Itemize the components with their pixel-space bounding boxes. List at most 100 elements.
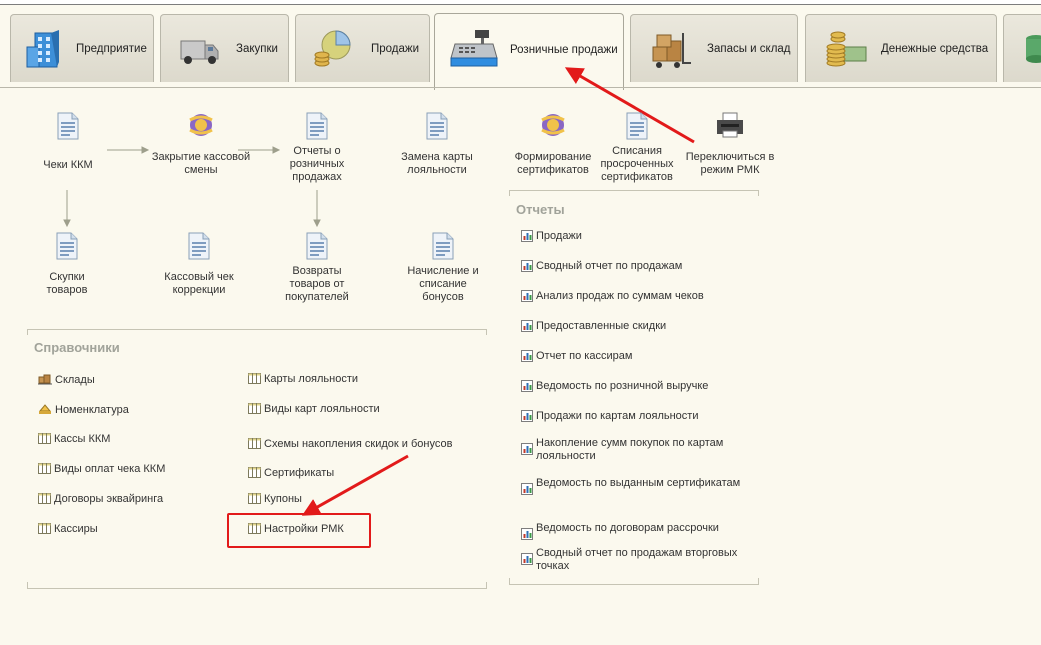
ws-zamena-karty[interactable]: Замена карты лояльности bbox=[393, 112, 481, 191]
catalog-table-icon bbox=[38, 493, 51, 508]
catalogs-frame-bottom bbox=[27, 588, 487, 589]
reports-title: Отчеты bbox=[516, 202, 565, 217]
report-link-label: Сводный отчет по продажам bbox=[536, 260, 683, 272]
report-chart-icon bbox=[521, 528, 533, 544]
report-link-label: Отчет по кассирам bbox=[536, 350, 633, 362]
catalog-link[interactable]: Склады bbox=[38, 373, 95, 389]
catalog-link[interactable]: Сертификаты bbox=[248, 467, 334, 482]
catalog-link-label: Кассиры bbox=[54, 523, 98, 535]
catalog-link-label: Карты лояльности bbox=[264, 373, 359, 385]
report-link[interactable]: Накопление сумм покупок по картам лояльн… bbox=[521, 437, 756, 467]
catalog-link[interactable]: Кассы ККМ bbox=[38, 433, 110, 448]
report-chart-icon bbox=[521, 380, 533, 396]
ws-cheki-kkm[interactable]: Чеки ККМ bbox=[30, 112, 106, 199]
ws-spisaniya-sertifikatov[interactable]: Списания просроченных сертификатов bbox=[596, 112, 678, 185]
catalog-link-label: Кассы ККМ bbox=[54, 433, 111, 445]
catalog-table-icon bbox=[248, 467, 261, 482]
catalog-table-icon bbox=[248, 373, 261, 388]
frame-corner bbox=[27, 582, 28, 588]
report-chart-icon bbox=[521, 410, 533, 426]
catalog-link[interactable]: Карты лояльности bbox=[248, 373, 358, 388]
ws-pereklyuchitsya-rmk[interactable]: Переключиться в режим РМК bbox=[684, 112, 776, 191]
frame-corner bbox=[758, 578, 759, 584]
catalog-link[interactable]: Виды оплат чека ККМ bbox=[38, 463, 165, 478]
catalog-link[interactable]: Номенклатура bbox=[38, 403, 129, 419]
ws-label: Списания просроченных сертификатов bbox=[600, 145, 674, 183]
report-chart-icon bbox=[521, 290, 533, 306]
catalog-table-icon bbox=[38, 523, 51, 538]
report-link-label: Анализ продаж по суммам чеков bbox=[536, 290, 704, 302]
catalog-table-icon bbox=[38, 433, 51, 448]
report-chart-icon bbox=[521, 483, 533, 499]
report-link[interactable]: Отчет по кассирам bbox=[521, 350, 756, 380]
frame-corner bbox=[486, 582, 487, 588]
report-chart-icon bbox=[521, 260, 533, 276]
report-link-label: Накопление сумм покупок по картам лояльн… bbox=[536, 437, 724, 462]
annotation-arrow-rmk bbox=[301, 454, 409, 516]
catalog-link[interactable]: Схемы накопления скидок и бонусов bbox=[248, 438, 452, 453]
catalog-link-label: Виды оплат чека ККМ bbox=[54, 463, 166, 475]
report-link-label: Ведомость по договорам рассрочки bbox=[536, 522, 719, 534]
report-link[interactable]: Анализ продаж по суммам чеков bbox=[521, 290, 756, 320]
ws-otchety-o-roznichnyh[interactable]: Отчеты о розничных продажах bbox=[280, 112, 354, 185]
warehouse-icon bbox=[38, 373, 52, 389]
report-link[interactable]: Сводный отчет по продажам вторговых точк… bbox=[521, 547, 756, 577]
report-link[interactable]: Продажи по картам лояльности bbox=[521, 410, 756, 440]
report-link[interactable]: Предоставленные скидки bbox=[521, 320, 756, 350]
frame-corner bbox=[509, 190, 510, 196]
catalog-table-icon bbox=[38, 463, 51, 478]
ws-label: Начисление и списание бонусов bbox=[407, 265, 479, 303]
ws-label: Замена карты лояльности bbox=[401, 151, 473, 176]
catalog-link[interactable]: Купоны bbox=[248, 493, 302, 508]
frame-corner bbox=[486, 329, 487, 335]
report-chart-icon bbox=[521, 230, 533, 246]
catalog-link-label: Договоры эквайринга bbox=[54, 493, 164, 505]
reports-frame-bottom bbox=[509, 584, 759, 585]
report-link-label: Ведомость по розничной выручке bbox=[536, 380, 709, 392]
catalog-link-label: Склады bbox=[55, 374, 95, 386]
report-link[interactable]: Ведомость по выданным сертификатам bbox=[521, 477, 756, 507]
ws-nachislenie-bonusov[interactable]: Начисление и списание бонусов bbox=[403, 232, 483, 305]
frame-corner bbox=[509, 578, 510, 584]
report-link[interactable]: Сводный отчет по продажам bbox=[521, 260, 756, 290]
report-link-label: Ведомость по выданным сертификатам bbox=[536, 477, 741, 489]
report-chart-icon bbox=[521, 350, 533, 366]
catalog-link[interactable]: Виды карт лояльности bbox=[248, 403, 380, 418]
catalogs-frame-top bbox=[27, 329, 487, 330]
ws-vozvraty[interactable]: Возвраты товаров от покупателей bbox=[280, 232, 354, 305]
frame-corner bbox=[758, 190, 759, 196]
catalog-link[interactable]: Договоры эквайринга bbox=[38, 493, 163, 508]
catalog-link[interactable]: Кассиры bbox=[38, 523, 98, 538]
ws-label: Возвраты товаров от покупателей bbox=[285, 265, 349, 303]
nomenclature-icon bbox=[38, 403, 52, 419]
ws-label: Формирование сертификатов bbox=[514, 151, 592, 176]
ws-label: Кассовый чек коррекции bbox=[164, 271, 234, 296]
report-link-label: Предоставленные скидки bbox=[536, 320, 667, 332]
catalogs-title: Справочники bbox=[34, 340, 120, 355]
catalog-link-label: Виды карт лояльности bbox=[264, 403, 380, 415]
ws-chek-korrekcii[interactable]: Кассовый чек коррекции bbox=[150, 232, 248, 311]
report-chart-icon bbox=[521, 320, 533, 336]
report-chart-icon bbox=[521, 443, 533, 459]
catalog-link-label: Сертификаты bbox=[264, 467, 335, 479]
ws-label: Скупки товаров bbox=[46, 271, 88, 296]
ws-label: Чеки ККМ bbox=[43, 159, 93, 171]
report-link-label: Сводный отчет по продажам вторговых точк… bbox=[536, 547, 738, 572]
report-link[interactable]: Ведомость по розничной выручке bbox=[521, 380, 756, 410]
ws-zakrytie-smeny[interactable]: Закрытие кассовой смены bbox=[138, 112, 264, 191]
catalog-link-label: Схемы накопления скидок и бонусов bbox=[264, 438, 453, 450]
catalog-link-label: Номенклатура bbox=[55, 404, 129, 416]
report-link-label: Продажи по картам лояльности bbox=[536, 410, 699, 422]
report-link[interactable]: Продажи bbox=[521, 230, 756, 260]
report-link-label: Продажи bbox=[536, 230, 582, 242]
catalog-table-icon bbox=[248, 493, 261, 508]
ws-label: Переключиться в режим РМК bbox=[685, 151, 775, 176]
ws-label: Закрытие кассовой смены bbox=[151, 151, 251, 176]
ws-formirovanie-sertifikatov[interactable]: Формирование сертификатов bbox=[510, 112, 596, 191]
ws-label: Отчеты о розничных продажах bbox=[289, 145, 345, 183]
ws-skupki-tovarov[interactable]: Скупки товаров bbox=[30, 232, 104, 311]
annotation-highlight-rmk bbox=[227, 513, 371, 548]
reports-frame-top bbox=[509, 190, 759, 191]
catalog-link-label: Купоны bbox=[264, 493, 302, 505]
report-chart-icon bbox=[521, 553, 533, 569]
